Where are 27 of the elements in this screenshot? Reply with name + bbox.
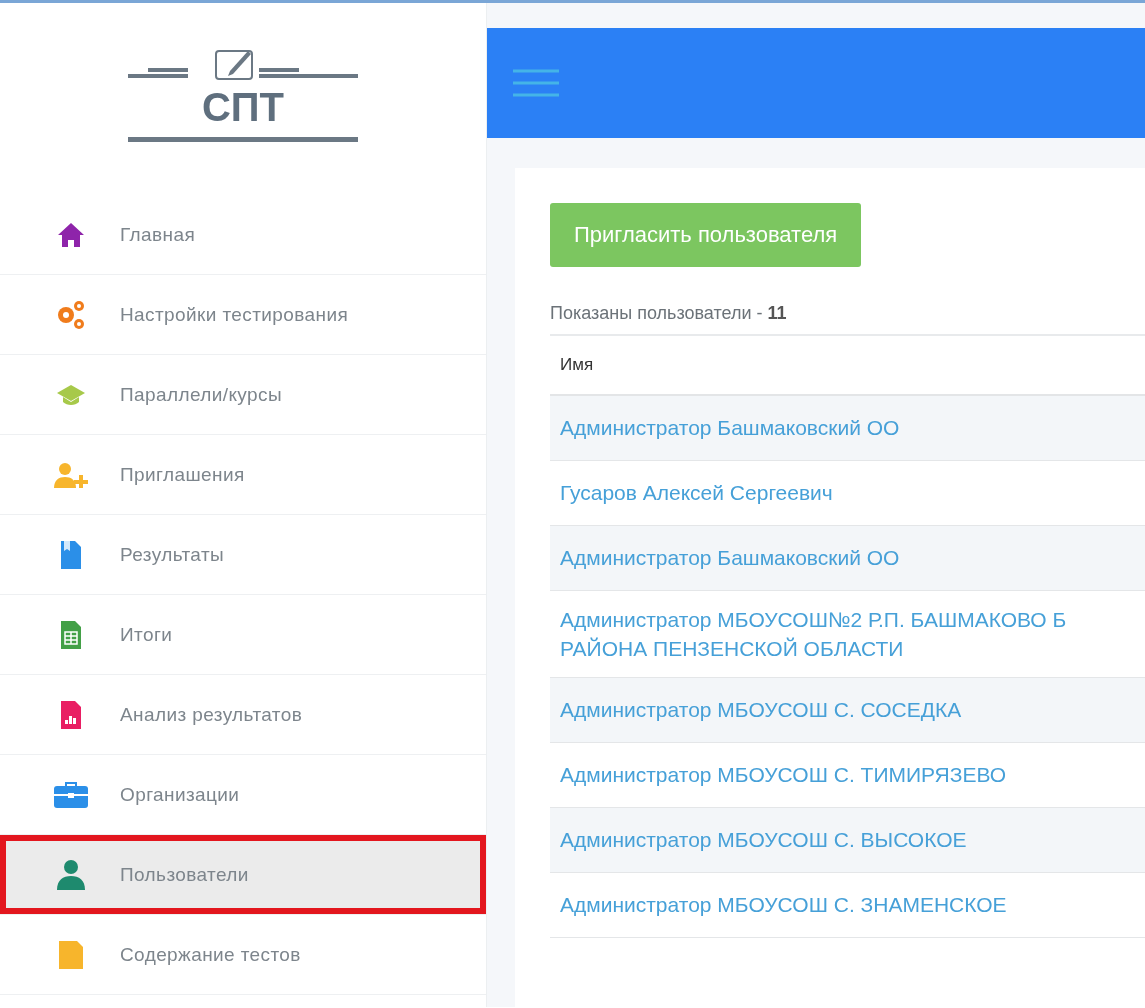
chart-document-icon <box>60 699 82 730</box>
document-icon <box>60 539 82 570</box>
user-name-link[interactable]: Администратор МБОУСОШ№2 Р.П. БАШМАКОВО Б РАЙОНА ПЕНЗЕНСКОЙ ОБЛАСТИ <box>560 604 1067 664</box>
menu-icon[interactable] <box>513 68 559 98</box>
user-name-link[interactable]: Администратор МБОУСОШ С. ТИМИРЯЗЕВО <box>560 760 1007 790</box>
sidebar-item[interactable]: Анализ результатов <box>0 675 486 754</box>
sidebar-item[interactable]: Содержание тестов <box>0 915 486 994</box>
user-name-link[interactable]: Администратор МБОУСОШ С. ЗНАМЕНСКОЕ <box>560 890 1007 920</box>
house-icon <box>57 221 85 248</box>
logo-text: СПТ <box>201 87 285 127</box>
sidebar-item[interactable]: Итоги <box>0 595 486 674</box>
briefcase-icon <box>53 779 89 810</box>
user-icon <box>56 858 86 891</box>
sidebar-item[interactable]: Настройки тестирования <box>0 275 486 354</box>
user-name-link[interactable]: Гусаров Алексей Сергеевич <box>560 478 833 508</box>
sidebar-item[interactable]: Приглашения <box>0 435 486 514</box>
sidebar-item[interactable]: Главная <box>0 195 486 274</box>
invite-user-button[interactable]: Пригласить пользователя <box>550 203 862 267</box>
sidebar-item[interactable]: Пользователи <box>0 835 486 914</box>
users-count: Показаны пользователи - 11 <box>550 303 1145 336</box>
sidebar-item[interactable]: Результаты <box>0 515 486 594</box>
user-plus-icon <box>53 461 89 488</box>
graduation-cap-icon <box>56 383 86 406</box>
document-icon <box>58 939 84 970</box>
spreadsheet-icon <box>60 619 82 650</box>
sidebar-item[interactable]: Параллели/курсы <box>0 355 486 434</box>
sidebar-item[interactable]: Организации <box>0 755 486 834</box>
